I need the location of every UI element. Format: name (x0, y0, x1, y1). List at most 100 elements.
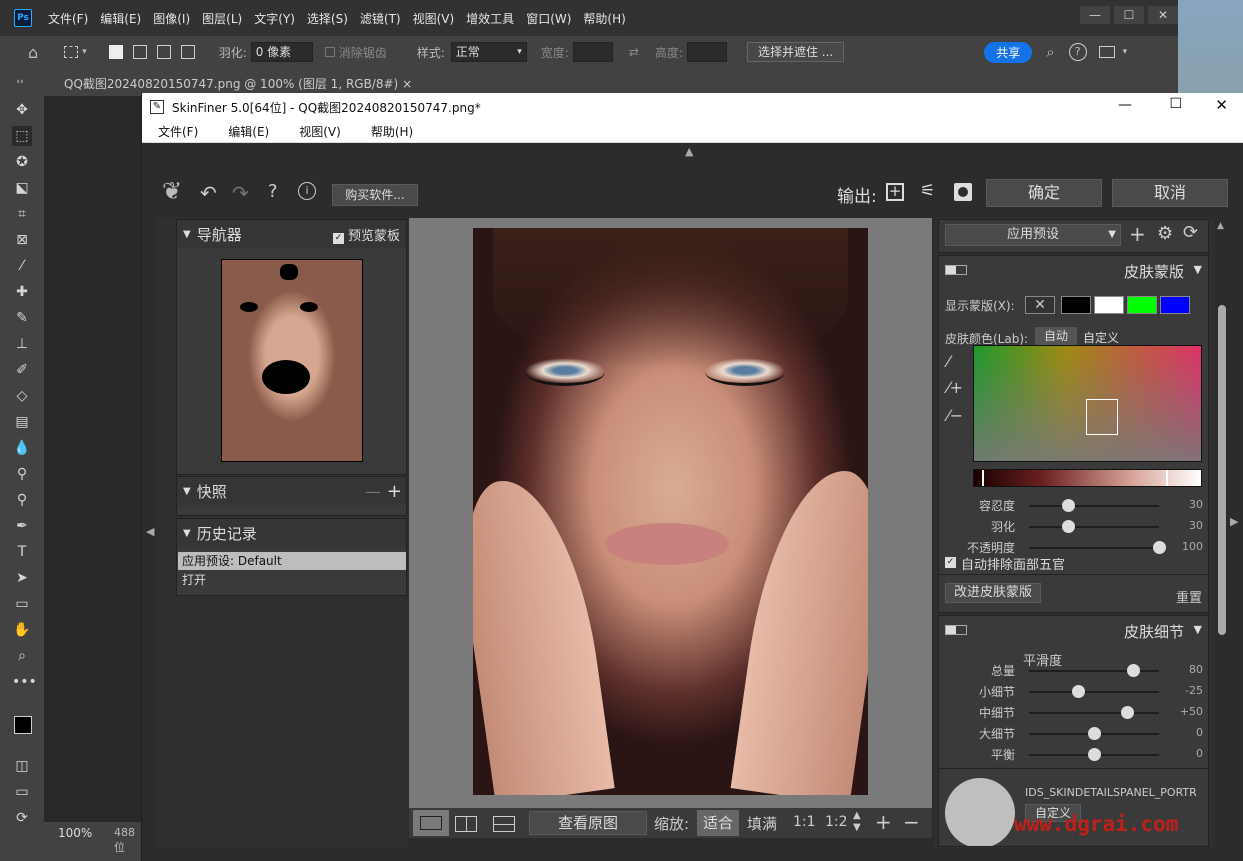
collapse-right-icon[interactable]: ▶ (1230, 515, 1238, 528)
collapse-left-icon[interactable]: ◀ (146, 525, 154, 538)
zoom-out-icon[interactable]: − (903, 810, 920, 834)
eyedropper-icon[interactable]: ⁄ (12, 256, 32, 276)
chevron-down-icon[interactable]: ▾ (1123, 47, 1128, 57)
improve-mask-button[interactable]: 改进皮肤蒙版 (945, 583, 1041, 603)
menu-item[interactable]: 图像(I) (147, 10, 196, 27)
crop-tool-icon[interactable]: ⌗ (12, 204, 32, 224)
preset-dropdown[interactable]: 应用预设 ▼ (945, 224, 1121, 246)
healing-brush-icon[interactable]: ✚ (12, 282, 32, 302)
mask-green-swatch[interactable] (1127, 296, 1157, 314)
eyedropper-add-icon[interactable]: ⁄+ (947, 378, 963, 397)
lasso-tool-icon[interactable]: ✪ (12, 152, 32, 172)
history-brush-icon[interactable]: ✐ (12, 360, 32, 380)
minimize-icon[interactable]: — (1080, 6, 1110, 24)
lightness-min-handle[interactable] (982, 470, 984, 486)
refresh-icon[interactable]: ⟳ (1183, 222, 1198, 243)
mask-off-swatch[interactable]: ✕ (1025, 296, 1055, 314)
height-input[interactable] (686, 42, 727, 62)
panel-scrollbar[interactable] (1218, 305, 1226, 635)
fit-button[interactable]: 适合 (697, 810, 739, 836)
slider-track[interactable] (1029, 541, 1166, 554)
history-item[interactable]: 应用预设: Default (178, 552, 406, 570)
zoom-stepper-icon[interactable]: ▲ ▼ (853, 810, 861, 834)
menu-item[interactable]: 视图(V) (407, 10, 461, 27)
slider-handle[interactable] (1062, 499, 1075, 512)
maximize-icon[interactable]: ☐ (1169, 96, 1182, 112)
split-view-icon[interactable] (455, 816, 477, 832)
slider-track[interactable] (1029, 685, 1159, 698)
view-original-button[interactable]: 查看原图 (529, 811, 647, 835)
portrait-preview-circle[interactable] (945, 778, 1015, 846)
sponge-tool-icon[interactable]: ⚲ (12, 490, 32, 510)
slider-handle[interactable] (1120, 706, 1134, 719)
add-snapshot-icon[interactable]: + (387, 481, 402, 502)
mask-white-swatch[interactable] (1094, 296, 1124, 314)
expand-icon[interactable]: ›› (10, 72, 30, 92)
color-selection-box[interactable] (1086, 399, 1118, 435)
menu-item[interactable]: 帮助(H) (371, 123, 413, 140)
width-input[interactable] (572, 42, 613, 62)
move-tool-icon[interactable]: ✥ (12, 100, 32, 120)
mask-black-swatch[interactable] (1061, 296, 1091, 314)
ok-button[interactable]: 确定 (986, 179, 1102, 207)
subtract-selection-icon[interactable] (156, 45, 171, 59)
redo-icon[interactable]: ↷ (232, 181, 249, 205)
auto-button[interactable]: 自动 (1035, 327, 1077, 345)
info-icon[interactable]: i (298, 182, 316, 200)
navigator-header[interactable]: ▼ 导航器 ✓ 预览蒙板 (177, 220, 406, 248)
marquee-tool-icon[interactable]: ⬚ (12, 126, 32, 146)
chevron-down-icon[interactable]: ▾ (82, 47, 87, 57)
zoom-1-2-button[interactable]: 1:2 (825, 814, 848, 830)
antialias-checkbox[interactable] (324, 47, 335, 57)
preview-canvas[interactable] (409, 218, 932, 808)
feather-input[interactable]: 0 像素 (250, 42, 313, 62)
gradient-tool-icon[interactable]: ▤ (12, 412, 32, 432)
menu-item[interactable]: 图层(L) (196, 10, 248, 27)
undo-icon[interactable]: ↶ (200, 181, 217, 205)
help-icon[interactable]: ? (1068, 43, 1087, 61)
slider-track[interactable] (1029, 748, 1159, 761)
history-item[interactable]: 打开 (178, 571, 406, 589)
close-icon[interactable]: ✕ (1215, 96, 1228, 114)
menu-item[interactable]: 帮助(H) (577, 10, 631, 27)
chevron-down-icon[interactable]: ▼ (1194, 623, 1202, 636)
minimize-icon[interactable]: — (1118, 97, 1132, 113)
select-and-mask-button[interactable]: 选择并遮住 ... (746, 42, 845, 62)
collapse-top-icon[interactable]: ▲ (685, 145, 693, 158)
navigator-thumbnail[interactable] (221, 259, 363, 462)
marquee-tool-icon[interactable] (64, 46, 79, 58)
add-selection-icon[interactable] (132, 45, 147, 59)
menu-item[interactable]: 增效工具 (460, 10, 520, 27)
reset-button[interactable]: 重置 (1176, 587, 1202, 606)
more-tools-icon[interactable]: ••• (12, 672, 37, 692)
hand-tool-icon[interactable]: ✋ (12, 620, 32, 640)
history-header[interactable]: ▼ 历史记录 (177, 519, 406, 547)
eraser-icon[interactable]: ◇ (12, 386, 32, 406)
output-new-layer-icon[interactable]: + (886, 183, 904, 201)
lab-color-picker[interactable] (973, 345, 1202, 462)
home-icon[interactable]: ⌂ (28, 43, 38, 62)
slider-handle[interactable] (1062, 520, 1075, 533)
new-selection-icon[interactable] (108, 45, 123, 59)
path-select-icon[interactable]: ➤ (12, 568, 32, 588)
type-tool-icon[interactable]: T (12, 542, 32, 562)
cancel-button[interactable]: 取消 (1112, 179, 1228, 207)
menu-item[interactable]: 编辑(E) (94, 10, 147, 27)
zoom-tool-icon[interactable]: ⌕ (12, 646, 32, 666)
generative-icon[interactable]: ⟳ (12, 808, 32, 828)
chevron-down-icon[interactable]: ▼ (1194, 263, 1202, 276)
close-icon[interactable]: ✕ (1148, 6, 1178, 24)
menu-item[interactable]: 窗口(W) (520, 10, 577, 27)
custom-button[interactable]: 自定义 (1083, 329, 1119, 346)
intersect-selection-icon[interactable] (180, 45, 195, 59)
output-settings-icon[interactable]: ⚟ (920, 181, 935, 201)
close-icon[interactable]: × (402, 77, 412, 91)
menu-item[interactable]: 滤镜(T) (354, 10, 407, 27)
snapshot-header[interactable]: ▼ 快照 — + (177, 477, 406, 505)
share-button[interactable]: 共享 (984, 41, 1033, 63)
foreground-color[interactable] (14, 716, 32, 734)
eyedropper-subtract-icon[interactable]: ⁄− (947, 406, 963, 425)
blur-tool-icon[interactable]: 💧 (12, 438, 32, 458)
menu-item[interactable]: 编辑(E) (228, 123, 269, 140)
buy-software-button[interactable]: 购买软件... (332, 184, 418, 206)
